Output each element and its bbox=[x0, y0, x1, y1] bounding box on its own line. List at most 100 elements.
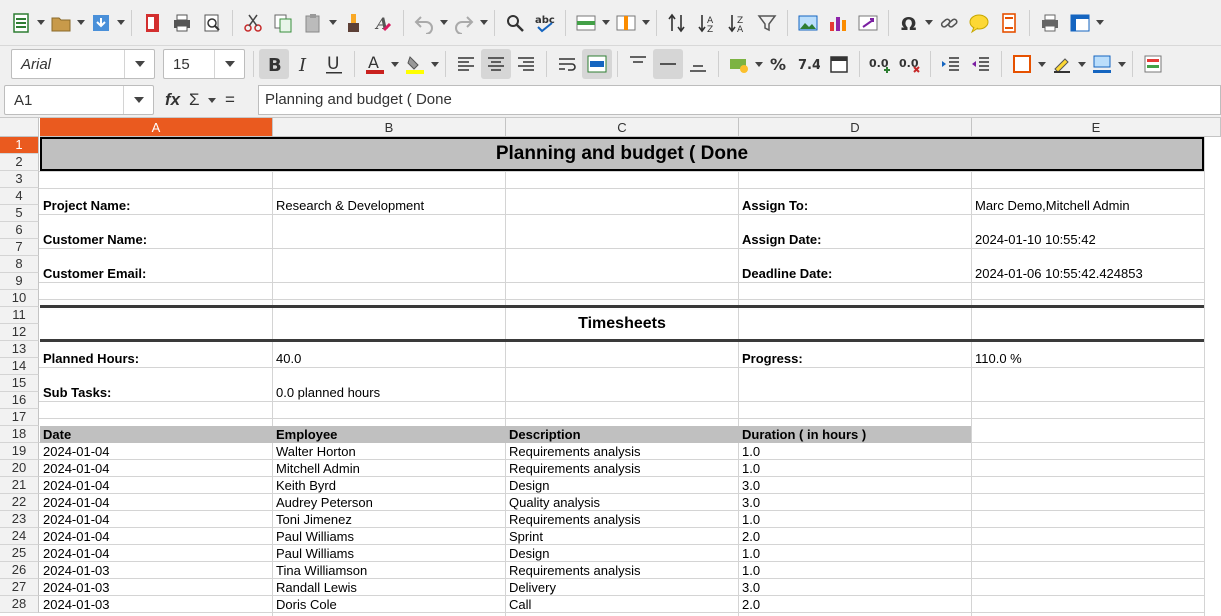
freeze-dropdown[interactable] bbox=[1095, 8, 1105, 38]
ts-duration-cell[interactable]: 1.0 bbox=[739, 460, 760, 477]
row-header[interactable]: 20 bbox=[0, 460, 39, 477]
open-dropdown[interactable] bbox=[76, 8, 86, 38]
align-right-icon[interactable] bbox=[511, 49, 541, 79]
paste-icon[interactable] bbox=[298, 8, 328, 38]
sub-tasks-label[interactable]: Sub Tasks: bbox=[40, 384, 111, 401]
row-header[interactable]: 14 bbox=[0, 358, 39, 375]
progress-label[interactable]: Progress: bbox=[739, 350, 803, 367]
ts-date-cell[interactable]: 2024-01-04 bbox=[40, 477, 110, 494]
print-icon[interactable] bbox=[167, 8, 197, 38]
ts-date-cell[interactable]: 2024-01-04 bbox=[40, 443, 110, 460]
undo-icon[interactable] bbox=[409, 8, 439, 38]
ts-employee-cell[interactable]: Paul Williams bbox=[273, 545, 354, 562]
assign-date-value[interactable]: 2024-01-10 10:55:42 bbox=[972, 231, 1096, 248]
ts-description-cell[interactable]: Delivery bbox=[506, 579, 556, 596]
row-header[interactable]: 8 bbox=[0, 256, 39, 273]
customer-name-label[interactable]: Customer Name: bbox=[40, 231, 147, 248]
percent-format-icon[interactable]: % bbox=[764, 49, 794, 79]
highlighting-dropdown[interactable] bbox=[430, 49, 440, 79]
column-header-a[interactable]: A bbox=[40, 118, 273, 137]
cut-icon[interactable] bbox=[238, 8, 268, 38]
row-header[interactable]: 18 bbox=[0, 426, 39, 443]
assign-to-label[interactable]: Assign To: bbox=[739, 197, 808, 214]
center-vertically-icon[interactable] bbox=[653, 49, 683, 79]
ts-duration-cell[interactable]: 2.0 bbox=[739, 528, 760, 545]
align-top-icon[interactable] bbox=[623, 49, 653, 79]
font-size-dropdown[interactable] bbox=[214, 50, 244, 78]
border-color-dropdown[interactable] bbox=[1117, 49, 1127, 79]
ts-date-cell[interactable]: 2024-01-03 bbox=[40, 562, 110, 579]
pivot-table-icon[interactable] bbox=[853, 8, 883, 38]
name-box[interactable]: A1 bbox=[4, 85, 154, 115]
number-format-icon[interactable]: 7.4 bbox=[794, 49, 824, 79]
ts-description-cell[interactable]: Quality analysis bbox=[506, 494, 600, 511]
headers-footers-icon[interactable] bbox=[994, 8, 1024, 38]
ts-description-cell[interactable]: Requirements analysis bbox=[506, 443, 641, 460]
font-color-dropdown[interactable] bbox=[390, 49, 400, 79]
row-header[interactable]: 17 bbox=[0, 409, 39, 426]
currency-format-icon[interactable] bbox=[724, 49, 754, 79]
row-header[interactable]: 5 bbox=[0, 205, 39, 222]
define-print-area-icon[interactable] bbox=[1035, 8, 1065, 38]
customer-email-label[interactable]: Customer Email: bbox=[40, 265, 146, 282]
row-header[interactable]: 3 bbox=[0, 171, 39, 188]
row-header[interactable]: 19 bbox=[0, 443, 39, 460]
hyperlink-icon[interactable] bbox=[934, 8, 964, 38]
currency-dropdown[interactable] bbox=[754, 49, 764, 79]
row-header[interactable]: 15 bbox=[0, 375, 39, 392]
sheet-title[interactable]: Planning and budget ( Done bbox=[40, 137, 1204, 171]
row-header[interactable]: 7 bbox=[0, 239, 39, 256]
ts-duration-cell[interactable]: 3.0 bbox=[739, 477, 760, 494]
ts-description-cell[interactable]: Requirements analysis bbox=[506, 562, 641, 579]
ts-description-cell[interactable]: Call bbox=[506, 596, 531, 613]
row-header[interactable]: 16 bbox=[0, 392, 39, 409]
row-header[interactable]: 6 bbox=[0, 222, 39, 239]
row-header[interactable]: 1 bbox=[0, 137, 39, 154]
underline-button[interactable]: U bbox=[319, 49, 349, 79]
italic-button[interactable]: I bbox=[289, 49, 319, 79]
ts-date-cell[interactable]: 2024-01-03 bbox=[40, 579, 110, 596]
freeze-rows-columns-icon[interactable] bbox=[1065, 8, 1095, 38]
column-header-c[interactable]: C bbox=[506, 118, 739, 137]
row-icon[interactable] bbox=[571, 8, 601, 38]
sort-icon[interactable] bbox=[662, 8, 692, 38]
new-document-icon[interactable] bbox=[6, 8, 36, 38]
row-header[interactable]: 27 bbox=[0, 579, 39, 596]
column-header-b[interactable]: B bbox=[273, 118, 506, 137]
ts-employee-cell[interactable]: Paul Williams bbox=[273, 528, 354, 545]
project-name-value[interactable]: Research & Development bbox=[273, 197, 424, 214]
deadline-value[interactable]: 2024-01-06 10:55:42.424853 bbox=[972, 265, 1143, 282]
row-header[interactable]: 22 bbox=[0, 494, 39, 511]
decrease-indent-icon[interactable] bbox=[966, 49, 996, 79]
ts-duration-cell[interactable]: 1.0 bbox=[739, 545, 760, 562]
save-dropdown[interactable] bbox=[116, 8, 126, 38]
row-header[interactable]: 4 bbox=[0, 188, 39, 205]
ts-duration-cell[interactable]: 3.0 bbox=[739, 494, 760, 511]
clone-formatting-icon[interactable] bbox=[338, 8, 368, 38]
add-decimal-icon[interactable]: 0.0 bbox=[865, 49, 895, 79]
ts-header-date[interactable]: Date bbox=[40, 426, 71, 443]
ts-date-cell[interactable]: 2024-01-04 bbox=[40, 460, 110, 477]
ts-employee-cell[interactable]: Randall Lewis bbox=[273, 579, 357, 596]
special-character-dropdown[interactable] bbox=[924, 8, 934, 38]
assign-date-label[interactable]: Assign Date: bbox=[739, 231, 821, 248]
planned-hours-label[interactable]: Planned Hours: bbox=[40, 350, 139, 367]
paste-dropdown[interactable] bbox=[328, 8, 338, 38]
ts-header-employee[interactable]: Employee bbox=[273, 426, 337, 443]
open-folder-icon[interactable] bbox=[46, 8, 76, 38]
spreadsheet-grid[interactable]: A B C D E 1 2 3 4 5 6 7 8 9 10 11 12 13 14 15 16 17 18 19 2… bbox=[0, 118, 1221, 616]
print-preview-icon[interactable] bbox=[197, 8, 227, 38]
row-header[interactable]: 28 bbox=[0, 596, 39, 613]
ts-employee-cell[interactable]: Audrey Peterson bbox=[273, 494, 373, 511]
sum-icon[interactable]: Σ bbox=[189, 90, 205, 110]
project-name-label[interactable]: Project Name: bbox=[40, 197, 130, 214]
align-bottom-icon[interactable] bbox=[683, 49, 713, 79]
autofilter-icon[interactable] bbox=[752, 8, 782, 38]
sort-ascending-icon[interactable]: AZ bbox=[692, 8, 722, 38]
find-replace-icon[interactable] bbox=[500, 8, 530, 38]
formula-input[interactable]: Planning and budget ( Done bbox=[258, 85, 1221, 115]
ts-duration-cell[interactable]: 1.0 bbox=[739, 562, 760, 579]
deadline-label[interactable]: Deadline Date: bbox=[739, 265, 832, 282]
borders-dropdown[interactable] bbox=[1037, 49, 1047, 79]
row-header[interactable]: 13 bbox=[0, 341, 39, 358]
